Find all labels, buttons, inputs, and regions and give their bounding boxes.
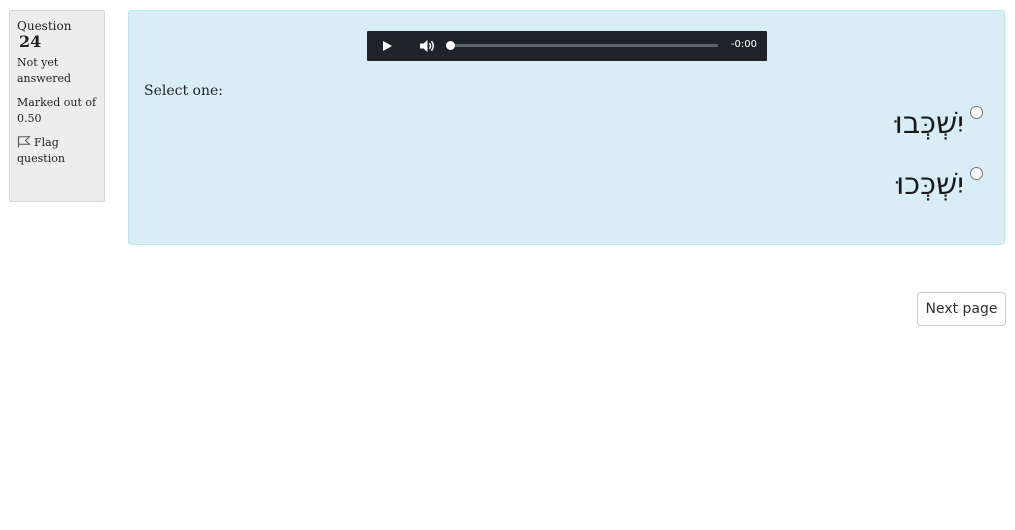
volume-icon xyxy=(420,40,434,52)
question-info-panel: Question 24 Not yet answered Marked out … xyxy=(9,10,105,202)
audio-player: -0:00 xyxy=(367,31,767,61)
question-title: Question 24 xyxy=(17,18,97,51)
audio-time-remaining: -0:00 xyxy=(730,39,757,50)
question-grade: Marked out of 0.50 xyxy=(17,96,97,125)
volume-button[interactable] xyxy=(416,37,438,55)
next-page-button[interactable]: Next page xyxy=(917,292,1006,326)
question-content: -0:00 Select one: יִשְׁכְּבוּ יִשְׁכְּכו… xyxy=(128,10,1005,245)
flag-icon xyxy=(17,136,31,148)
select-one-prompt: Select one: xyxy=(144,83,224,99)
play-icon xyxy=(383,41,392,51)
answer-option-2-label: יִשְׁכְּכוּ xyxy=(896,167,964,202)
audio-progress-handle[interactable] xyxy=(446,41,455,50)
answer-option-1-radio[interactable] xyxy=(970,106,983,119)
answer-option-1-label: יִשְׁכְּבוּ xyxy=(894,106,964,141)
audio-progress-track[interactable] xyxy=(446,41,718,50)
answer-option-2-radio[interactable] xyxy=(970,167,983,180)
answer-option-2[interactable]: יִשְׁכְּכוּ xyxy=(896,165,983,205)
question-number: 24 xyxy=(19,32,42,51)
play-button[interactable] xyxy=(377,37,397,55)
question-state: Not yet answered xyxy=(17,56,72,85)
question-title-prefix: Question xyxy=(17,19,72,33)
flag-question-link[interactable]: Flag question xyxy=(17,135,97,167)
answer-option-1[interactable]: יִשְׁכְּבוּ xyxy=(895,104,983,144)
